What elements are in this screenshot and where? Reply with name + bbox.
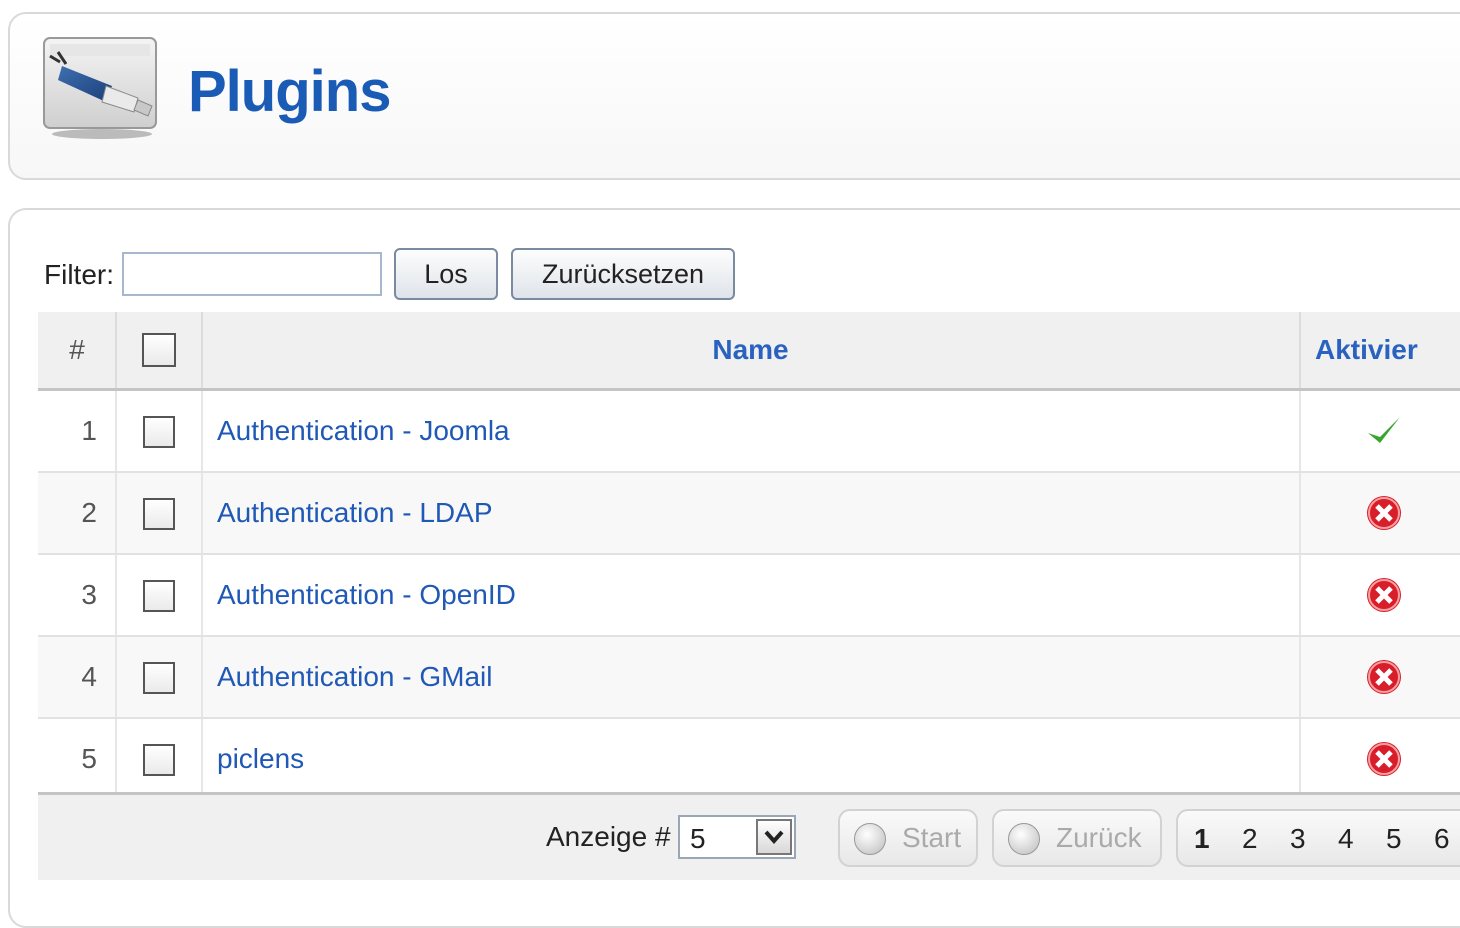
page-number-link[interactable]: 1 bbox=[1194, 823, 1210, 855]
row-checkbox-cell bbox=[116, 389, 203, 473]
row-checkbox[interactable] bbox=[143, 743, 175, 776]
chevron-down-icon[interactable] bbox=[756, 819, 792, 855]
pagination-footer: Anzeige # 5 Start Zurück 123456 bbox=[38, 792, 1460, 880]
page-number-link[interactable]: 6 bbox=[1434, 823, 1450, 855]
row-number: 5 bbox=[38, 718, 117, 801]
row-checkbox[interactable] bbox=[143, 497, 175, 530]
row-name-cell: Authentication - OpenID bbox=[202, 554, 1301, 637]
display-count-label: Anzeige # bbox=[546, 821, 671, 852]
row-number: 3 bbox=[38, 554, 117, 637]
pagination-prev-label: Zurück bbox=[1056, 822, 1142, 853]
pagination-start-button[interactable]: Start bbox=[838, 809, 978, 867]
pagination-prev-button[interactable]: Zurück bbox=[992, 809, 1162, 867]
row-checkbox[interactable] bbox=[143, 661, 175, 694]
row-checkbox-cell bbox=[116, 718, 203, 801]
row-name-cell: Authentication - LDAP bbox=[202, 472, 1301, 555]
table-row: 4 Authentication - GMail bbox=[38, 636, 1460, 719]
prev-circle-icon bbox=[1008, 823, 1040, 855]
row-number: 2 bbox=[38, 472, 117, 555]
row-status-cell bbox=[1300, 472, 1460, 555]
row-checkbox[interactable] bbox=[143, 579, 175, 612]
page-number-link[interactable]: 5 bbox=[1386, 823, 1402, 855]
start-circle-icon bbox=[854, 823, 886, 855]
page-number-link[interactable]: 2 bbox=[1242, 823, 1258, 855]
header-panel: Plugins bbox=[8, 12, 1460, 180]
page-title: Plugins bbox=[188, 59, 391, 124]
row-checkbox-cell bbox=[116, 472, 203, 555]
row-number: 1 bbox=[38, 389, 117, 473]
column-header-number: # bbox=[38, 312, 117, 391]
filter-label: Filter: bbox=[44, 259, 114, 290]
pagination-start-label: Start bbox=[902, 822, 962, 853]
plugins-table: # Name Aktivier 1 Authentication - Joomla… bbox=[38, 312, 1460, 801]
display-limit-select[interactable]: 5 bbox=[678, 815, 796, 859]
row-name-cell: piclens bbox=[202, 718, 1301, 801]
column-header-select-all bbox=[116, 312, 203, 391]
table-row: 3 Authentication - OpenID bbox=[38, 554, 1460, 637]
page-number-link[interactable]: 4 bbox=[1338, 823, 1354, 855]
row-number: 4 bbox=[38, 636, 117, 719]
plugin-name-link[interactable]: Authentication - Joomla bbox=[217, 415, 510, 446]
disabled-x-icon[interactable] bbox=[1364, 739, 1404, 779]
row-checkbox[interactable] bbox=[143, 415, 175, 448]
filter-reset-button[interactable]: Zurücksetzen bbox=[511, 248, 735, 300]
column-header-name[interactable]: Name bbox=[202, 312, 1301, 391]
select-all-checkbox[interactable] bbox=[142, 333, 176, 368]
disabled-x-icon[interactable] bbox=[1364, 657, 1404, 697]
table-row: 2 Authentication - LDAP bbox=[38, 472, 1460, 555]
row-status-cell bbox=[1300, 636, 1460, 719]
row-status-cell bbox=[1300, 718, 1460, 801]
row-status-cell bbox=[1300, 554, 1460, 637]
table-row: 5 piclens bbox=[38, 718, 1460, 801]
row-checkbox-cell bbox=[116, 554, 203, 637]
disabled-x-icon[interactable] bbox=[1364, 575, 1404, 615]
row-status-cell bbox=[1300, 389, 1460, 473]
filter-go-button[interactable]: Los bbox=[394, 248, 498, 300]
row-name-cell: Authentication - Joomla bbox=[202, 389, 1301, 473]
plugin-name-link[interactable]: piclens bbox=[217, 743, 304, 774]
column-header-active[interactable]: Aktivier bbox=[1300, 312, 1460, 391]
checkmark-icon[interactable] bbox=[1364, 411, 1404, 451]
plugin-name-link[interactable]: Authentication - LDAP bbox=[217, 497, 493, 528]
disabled-x-icon[interactable] bbox=[1364, 493, 1404, 533]
filter-input[interactable] bbox=[122, 252, 382, 296]
table-row: 1 Authentication - Joomla bbox=[38, 389, 1460, 473]
plugin-plug-icon bbox=[43, 37, 157, 139]
plugin-name-link[interactable]: Authentication - OpenID bbox=[217, 579, 516, 610]
row-checkbox-cell bbox=[116, 636, 203, 719]
pagination-pages: 123456 bbox=[1176, 809, 1460, 867]
page-number-link[interactable]: 3 bbox=[1290, 823, 1306, 855]
display-limit-value: 5 bbox=[690, 823, 706, 854]
row-name-cell: Authentication - GMail bbox=[202, 636, 1301, 719]
table-header-row: # Name Aktivier bbox=[38, 312, 1460, 391]
plugin-name-link[interactable]: Authentication - GMail bbox=[217, 661, 492, 692]
